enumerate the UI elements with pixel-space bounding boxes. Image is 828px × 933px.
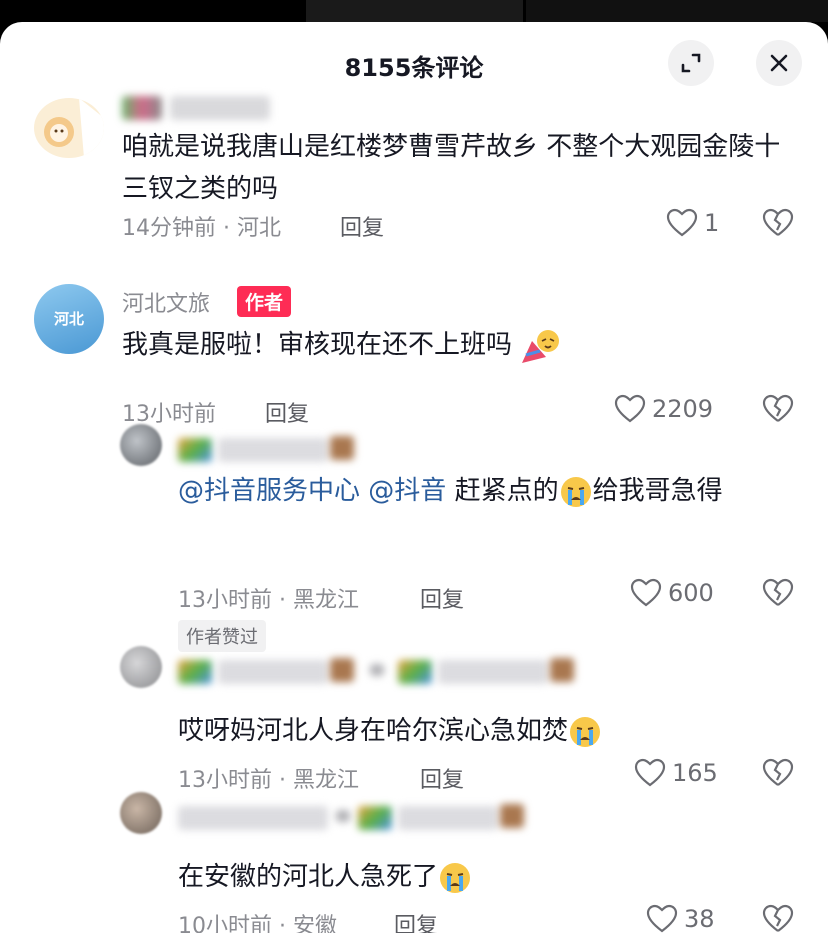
avatar[interactable] — [120, 646, 162, 688]
avatar[interactable] — [120, 792, 162, 834]
like-count: 2209 — [652, 395, 714, 423]
comment-time-location: 13小时前 · 黑龙江 — [178, 588, 359, 613]
heart-icon — [646, 904, 678, 933]
crying-face-emoji — [570, 716, 601, 747]
comment-text-content: 我真是服啦！审核现在还不上班吗 — [122, 330, 513, 360]
dislike-button[interactable] — [762, 904, 794, 933]
comment-text-content: 给我哥急得 — [592, 476, 723, 506]
comment-text-content: 哎呀妈河北人身在哈尔滨心急如焚 — [178, 716, 569, 746]
author-badge: 作者 — [237, 286, 292, 317]
reply-arrow-icon — [370, 664, 384, 676]
comment-text: 在安徽的河北人急死了 — [178, 856, 472, 898]
heart-icon — [614, 394, 646, 423]
avatar[interactable] — [120, 424, 162, 466]
close-icon — [770, 54, 788, 72]
comment-text: 咱就是说我唐山是红楼梦曹雪芹故乡 不整个大观园金陵十三钗之类的吗 — [122, 132, 781, 204]
like-button[interactable]: 38 — [646, 904, 715, 933]
party-face-emoji — [522, 329, 560, 363]
reply-button[interactable]: 回复 — [265, 396, 309, 428]
comment-time-location: 14分钟前 · 河北 — [122, 216, 281, 241]
dislike-button[interactable] — [762, 208, 794, 242]
close-button[interactable] — [756, 40, 802, 86]
author-username[interactable]: 河北文旅 — [122, 286, 210, 318]
reply-arrow-icon — [336, 810, 350, 822]
like-count: 38 — [684, 905, 715, 933]
mention-link[interactable]: @抖音服务中心 — [178, 476, 360, 506]
comment-text-content: 赶紧点的 — [454, 476, 559, 506]
comment-time: 13小时前 — [122, 402, 216, 427]
crying-face-emoji — [440, 862, 471, 893]
reply-button[interactable]: 回复 — [420, 582, 464, 614]
comment-text: 我真是服啦！审核现在还不上班吗 — [122, 324, 562, 366]
author-liked-tag: 作者赞过 — [178, 620, 266, 652]
dislike-button[interactable] — [762, 578, 794, 612]
mention-link[interactable]: @抖音 — [368, 476, 446, 506]
like-button[interactable]: 1 — [666, 208, 719, 238]
expand-icon — [681, 53, 701, 73]
like-button[interactable]: 2209 — [614, 394, 713, 424]
blurred-username — [398, 660, 432, 684]
broken-heart-icon — [762, 758, 794, 786]
reply-button[interactable]: 回复 — [394, 908, 438, 933]
avatar-label: 河北 — [53, 310, 84, 328]
expand-button[interactable] — [668, 40, 714, 86]
broken-heart-icon — [762, 904, 794, 932]
avatar[interactable]: 河北 — [34, 284, 104, 354]
dislike-button[interactable] — [762, 758, 794, 792]
broken-heart-icon — [762, 208, 794, 236]
status-bar-dark-area-right — [526, 0, 828, 22]
avatar[interactable] — [34, 98, 104, 158]
heart-icon — [666, 208, 698, 237]
heart-icon — [630, 578, 662, 607]
dislike-button[interactable] — [762, 394, 794, 428]
comment-time-location: 13小时前 · 黑龙江 — [178, 768, 359, 793]
blurred-username-text — [178, 806, 328, 830]
crying-face-emoji — [560, 476, 591, 507]
reply-button[interactable]: 回复 — [420, 762, 464, 794]
blurred-username — [122, 96, 162, 120]
status-bar-dark-area — [306, 0, 523, 22]
like-count: 1 — [704, 209, 720, 237]
blurred-username-text — [398, 806, 498, 830]
comment-text: 哎呀妈河北人身在哈尔滨心急如焚 — [178, 710, 602, 752]
like-button[interactable]: 600 — [630, 578, 714, 608]
comment-text: @抖音服务中心 @抖音 赶紧点的 给我哥急得 — [178, 470, 798, 512]
blurred-username — [178, 660, 212, 684]
heart-icon — [634, 758, 666, 787]
reply-button[interactable]: 回复 — [340, 210, 384, 242]
blurred-username-emoji — [500, 804, 524, 828]
blurred-username-emoji — [330, 436, 354, 460]
blurred-username-text — [170, 96, 270, 120]
blurred-username-text — [438, 660, 548, 684]
comments-sheet: 8155条评论 咱就是说我唐山是红楼梦曹雪芹故乡 不整个大观园金陵十三钗之类的吗… — [0, 22, 828, 933]
like-button[interactable]: 165 — [634, 758, 718, 788]
blurred-username-emoji — [550, 658, 574, 682]
blurred-username — [178, 438, 212, 462]
blurred-username — [358, 806, 392, 830]
blurred-username-text — [218, 438, 328, 462]
like-count: 600 — [668, 579, 714, 607]
blurred-username-emoji — [330, 658, 354, 682]
blurred-username-text — [218, 660, 328, 684]
like-count: 165 — [672, 759, 718, 787]
comment-time-location: 10小时前 · 安徽 — [178, 914, 337, 933]
comment-text-content: 在安徽的河北人急死了 — [178, 862, 439, 892]
broken-heart-icon — [762, 394, 794, 422]
broken-heart-icon — [762, 578, 794, 606]
